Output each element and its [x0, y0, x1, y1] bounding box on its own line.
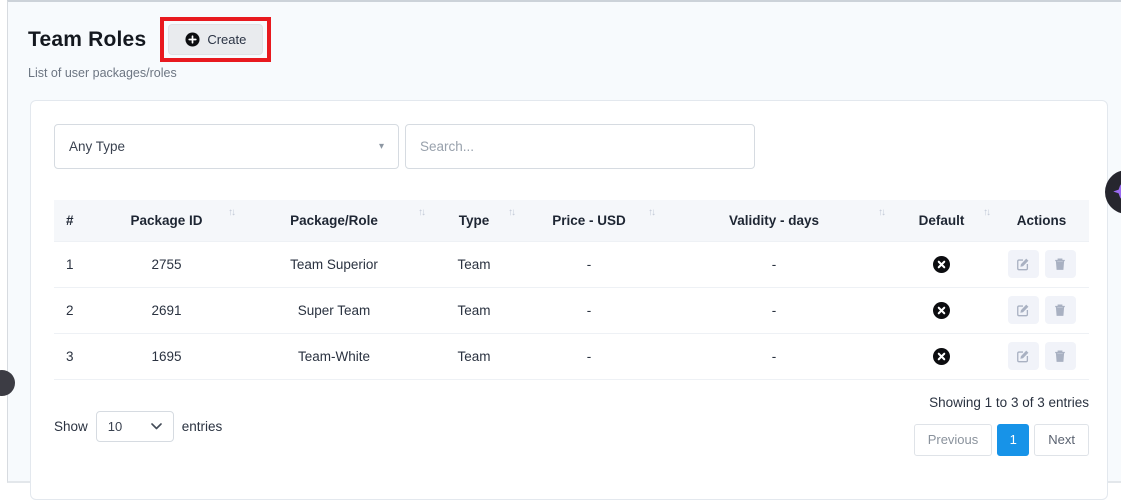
filter-row: Any Type ▾	[54, 124, 1087, 169]
cell-package-role: Team-White	[239, 333, 429, 379]
table-row: 2 2691 Super Team Team - -	[54, 287, 1089, 333]
times-circle-icon	[933, 256, 950, 273]
cell-validity: -	[659, 287, 889, 333]
trash-icon	[1053, 303, 1067, 317]
cell-price: -	[519, 241, 659, 287]
delete-button[interactable]	[1045, 342, 1076, 370]
edit-icon	[1016, 303, 1030, 317]
roles-table: # Package ID↑↓ Package/Role↑↓ Type↑↓ Pri…	[54, 200, 1089, 380]
previous-page-button[interactable]: Previous	[914, 424, 993, 456]
cell-validity: -	[659, 241, 889, 287]
cell-validity: -	[659, 333, 889, 379]
column-header-package-id[interactable]: Package ID↑↓	[94, 200, 239, 241]
show-label: Show	[54, 419, 88, 434]
table-row: 3 1695 Team-White Team - -	[54, 333, 1089, 379]
cell-default	[889, 333, 994, 379]
cell-type: Team	[429, 241, 519, 287]
sort-icon[interactable]: ↑↓	[648, 207, 654, 218]
sparkle-icon	[1112, 183, 1121, 200]
pagination: Previous 1 Next	[914, 424, 1089, 456]
per-page-select[interactable]: 10	[96, 411, 174, 442]
times-circle-icon	[933, 302, 950, 319]
create-button[interactable]: Create	[168, 24, 263, 55]
column-header-price[interactable]: Price - USD↑↓	[519, 200, 659, 241]
cell-package-role: Team Superior	[239, 241, 429, 287]
column-header-num: #	[54, 200, 94, 241]
cell-num: 3	[54, 333, 94, 379]
column-header-package-role[interactable]: Package/Role↑↓	[239, 200, 429, 241]
edit-icon	[1016, 349, 1030, 363]
column-header-validity[interactable]: Validity - days↑↓	[659, 200, 889, 241]
entries-info: Showing 1 to 3 of 3 entries	[914, 395, 1089, 410]
times-circle-icon	[933, 348, 950, 365]
page-header: Team Roles Create	[28, 24, 263, 55]
sort-icon[interactable]: ↑↓	[983, 207, 989, 218]
caret-down-icon: ▾	[379, 141, 384, 152]
cell-actions	[994, 241, 1089, 287]
plus-circle-icon	[185, 32, 200, 47]
sort-icon[interactable]: ↑↓	[508, 207, 514, 218]
cell-num: 2	[54, 287, 94, 333]
search-input[interactable]	[405, 124, 755, 169]
cell-package-id: 1695	[94, 333, 239, 379]
cell-package-id: 2691	[94, 287, 239, 333]
edit-button[interactable]	[1008, 296, 1039, 324]
trash-icon	[1053, 349, 1067, 363]
cell-default	[889, 241, 994, 287]
sort-icon[interactable]: ↑↓	[418, 207, 424, 218]
delete-button[interactable]	[1045, 296, 1076, 324]
page-number-button[interactable]: 1	[997, 424, 1029, 456]
type-filter-select[interactable]: Any Type ▾	[54, 124, 399, 169]
type-filter-value: Any Type	[69, 139, 125, 154]
cell-default	[889, 287, 994, 333]
roles-card: Any Type ▾ # Package ID↑↓ Package/Role↑↓	[30, 100, 1108, 500]
cell-actions	[994, 287, 1089, 333]
cell-package-id: 2755	[94, 241, 239, 287]
chevron-down-icon	[151, 423, 162, 430]
app-window: Team Roles Create List of user packages/…	[7, 0, 1121, 483]
create-button-label: Create	[207, 32, 246, 47]
cell-num: 1	[54, 241, 94, 287]
page-subtitle: List of user packages/roles	[28, 66, 177, 80]
column-header-default[interactable]: Default↑↓	[889, 200, 994, 241]
cell-type: Team	[429, 333, 519, 379]
sort-icon[interactable]: ↑↓	[878, 207, 884, 218]
edit-icon	[1016, 257, 1030, 271]
edit-button[interactable]	[1008, 250, 1039, 278]
table-header-row: # Package ID↑↓ Package/Role↑↓ Type↑↓ Pri…	[54, 200, 1089, 241]
left-edge-widget[interactable]	[0, 370, 15, 396]
cell-price: -	[519, 287, 659, 333]
column-header-type[interactable]: Type↑↓	[429, 200, 519, 241]
cell-price: -	[519, 333, 659, 379]
edit-button[interactable]	[1008, 342, 1039, 370]
cell-actions	[994, 333, 1089, 379]
next-page-button[interactable]: Next	[1034, 424, 1089, 456]
column-header-actions: Actions	[994, 200, 1089, 241]
per-page-value: 10	[108, 419, 122, 434]
delete-button[interactable]	[1045, 250, 1076, 278]
page-title: Team Roles	[28, 28, 146, 52]
table-row: 1 2755 Team Superior Team - -	[54, 241, 1089, 287]
cell-package-role: Super Team	[239, 287, 429, 333]
cell-type: Team	[429, 287, 519, 333]
table-footer: Show 10 entries Showing 1 to 3 of 3 entr…	[54, 393, 1089, 456]
entries-label: entries	[182, 419, 223, 434]
sort-icon[interactable]: ↑↓	[228, 207, 234, 218]
trash-icon	[1053, 257, 1067, 271]
